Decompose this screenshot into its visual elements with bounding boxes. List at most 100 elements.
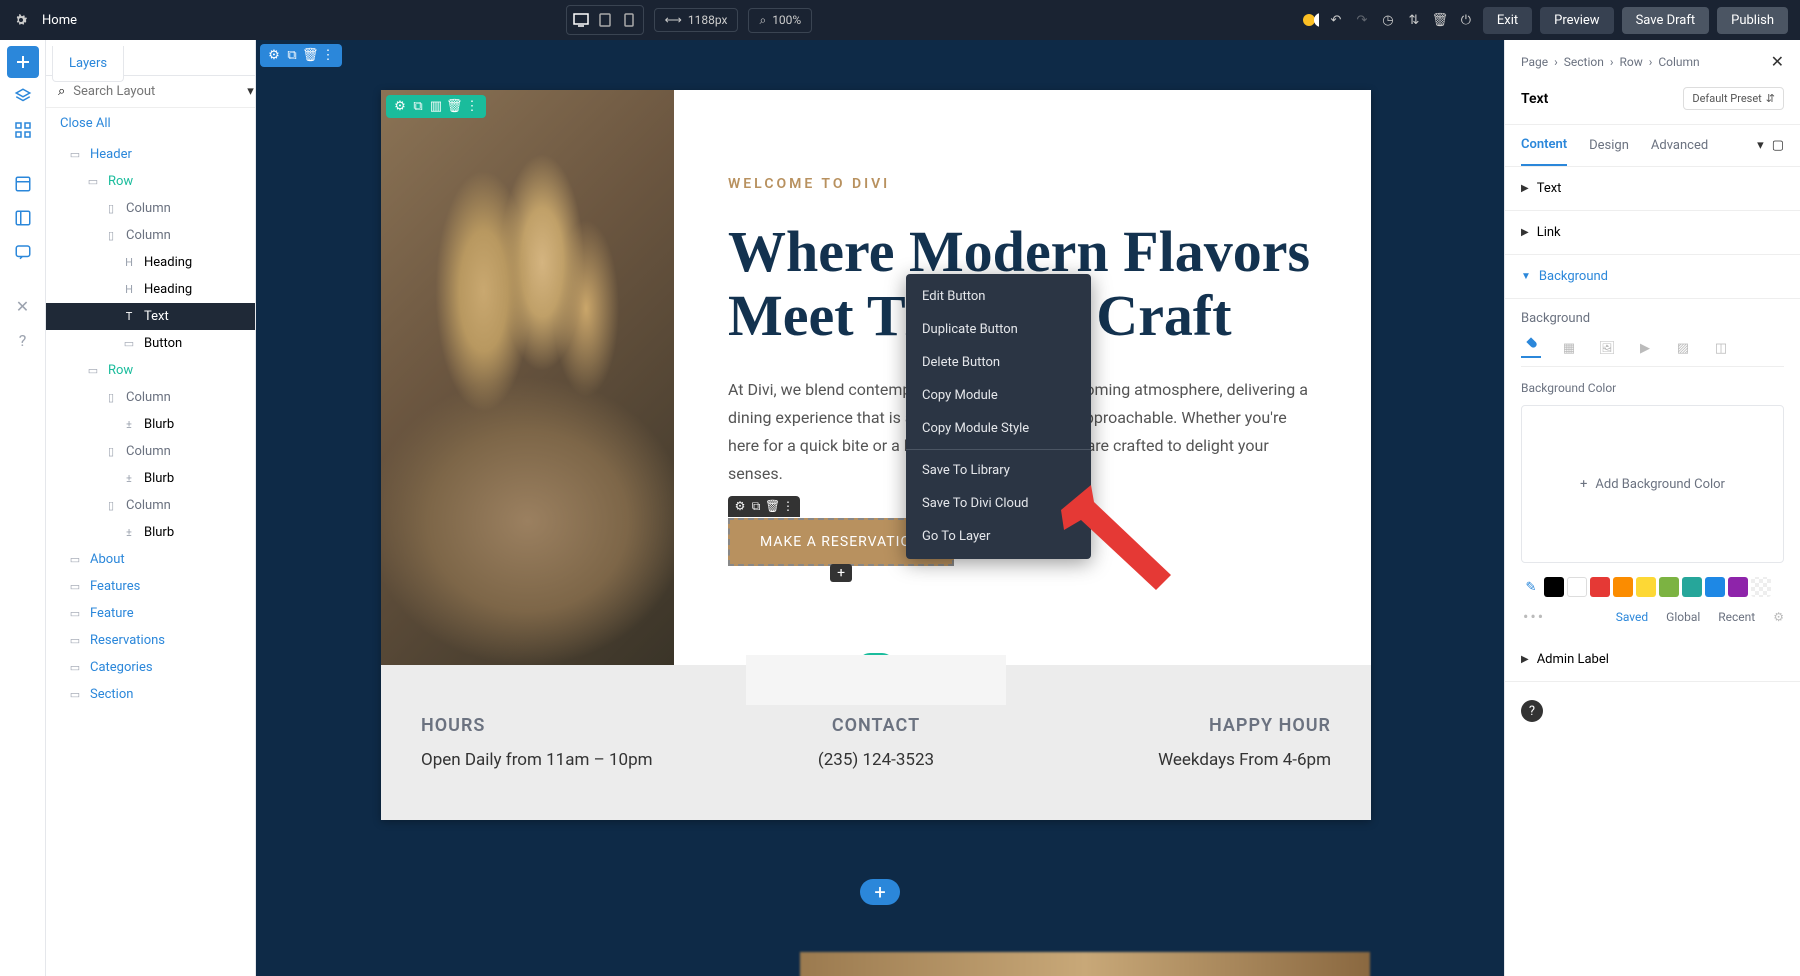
duplicate-icon[interactable]: ⧉: [410, 99, 426, 114]
power-icon[interactable]: ⏻: [1457, 11, 1475, 29]
ctx-save-library[interactable]: Save To Library: [906, 454, 1091, 487]
gear-icon[interactable]: ⚙: [392, 99, 408, 114]
add-icon[interactable]: [7, 46, 39, 78]
sliders-icon[interactable]: ⇅: [1405, 11, 1423, 29]
publish-button[interactable]: Publish: [1717, 7, 1788, 34]
tab-advanced[interactable]: Advanced: [1651, 126, 1708, 165]
add-section-button[interactable]: +: [860, 879, 900, 905]
ctx-save-cloud[interactable]: Save To Divi Cloud: [906, 487, 1091, 520]
history-icon[interactable]: ◷: [1379, 11, 1397, 29]
gear-icon[interactable]: ⚙: [733, 499, 747, 514]
layer-row[interactable]: ▭Row: [46, 357, 255, 384]
filter-icon[interactable]: ▾: [247, 84, 254, 99]
trash-icon[interactable]: 🗑: [302, 48, 318, 63]
more-swatches[interactable]: •••: [1521, 607, 1547, 626]
wireframe-icon[interactable]: [7, 168, 39, 200]
layer-header[interactable]: ▭Header: [46, 141, 255, 168]
chat-icon[interactable]: [7, 236, 39, 268]
layer-column[interactable]: ▯Column: [46, 384, 255, 411]
layer-column[interactable]: ▯Column: [46, 492, 255, 519]
layer-features[interactable]: ▭Features: [46, 573, 255, 600]
layer-heading[interactable]: HHeading: [46, 276, 255, 303]
trash-icon[interactable]: 🗑: [1431, 11, 1449, 29]
search-input[interactable]: [73, 84, 239, 99]
palette-global[interactable]: Global: [1666, 610, 1700, 624]
ctx-go-to-layer[interactable]: Go To Layer: [906, 520, 1091, 553]
palette-gear-icon[interactable]: ⚙: [1773, 610, 1784, 624]
bg-tab-video-icon[interactable]: ▶: [1635, 338, 1655, 358]
home-link[interactable]: Home: [42, 13, 77, 28]
acc-text[interactable]: ▶Text: [1505, 167, 1800, 211]
exit-button[interactable]: Exit: [1483, 7, 1532, 34]
layer-column[interactable]: ▯Column: [46, 222, 255, 249]
module-toolbar[interactable]: ⚙⧉🗑⋮: [728, 496, 800, 517]
tools-icon[interactable]: ✕: [7, 290, 39, 322]
swatch[interactable]: [1613, 577, 1633, 597]
more-icon[interactable]: ⋮: [781, 499, 795, 514]
help-icon[interactable]: ?: [7, 324, 39, 356]
bg-tab-color-icon[interactable]: [1521, 338, 1541, 358]
bg-tab-gradient-icon[interactable]: ▦: [1559, 338, 1579, 358]
layer-row[interactable]: ▭Row: [46, 168, 255, 195]
duplicate-icon[interactable]: ⧉: [284, 48, 300, 63]
device-tablet-icon[interactable]: [595, 10, 615, 30]
add-bg-color-button[interactable]: +Add Background Color: [1521, 405, 1784, 563]
layer-blurb[interactable]: ±Blurb: [46, 519, 255, 546]
bg-tab-image-icon[interactable]: 🖼: [1597, 338, 1617, 358]
bg-tab-pattern-icon[interactable]: ▨: [1673, 338, 1693, 358]
swatch[interactable]: [1567, 577, 1587, 597]
wireframe2-icon[interactable]: [7, 202, 39, 234]
swatch[interactable]: [1659, 577, 1679, 597]
layer-about[interactable]: ▭About: [46, 546, 255, 573]
undo-icon[interactable]: ↶: [1327, 11, 1345, 29]
layer-categories[interactable]: ▭Categories: [46, 654, 255, 681]
swatch-transparent[interactable]: [1751, 577, 1771, 597]
swatch[interactable]: [1705, 577, 1725, 597]
section-toolbar[interactable]: ⚙⧉🗑⋮: [260, 44, 342, 67]
swatch[interactable]: [1636, 577, 1656, 597]
duplicate-icon[interactable]: ⧉: [749, 499, 763, 514]
grid-icon[interactable]: [7, 114, 39, 146]
close-icon[interactable]: ✕: [1771, 52, 1784, 71]
help-button[interactable]: ?: [1521, 700, 1543, 722]
palette-saved[interactable]: Saved: [1616, 610, 1648, 624]
eyedropper-icon[interactable]: ✎: [1521, 577, 1541, 597]
ctx-delete[interactable]: Delete Button: [906, 346, 1091, 379]
gear-icon[interactable]: ⚙: [266, 48, 282, 63]
layers-tab[interactable]: Layers: [52, 46, 124, 82]
ctx-copy-module[interactable]: Copy Module: [906, 379, 1091, 412]
acc-background[interactable]: ▼Background: [1505, 255, 1800, 299]
layer-text-selected[interactable]: TText: [46, 303, 255, 330]
ctx-copy-style[interactable]: Copy Module Style: [906, 412, 1091, 445]
more-icon[interactable]: ⋮: [320, 48, 336, 63]
layer-button[interactable]: ▭Button: [46, 330, 255, 357]
layer-heading[interactable]: HHeading: [46, 249, 255, 276]
device-phone-icon[interactable]: [619, 10, 639, 30]
layer-reservations[interactable]: ▭Reservations: [46, 627, 255, 654]
close-all-button[interactable]: Close All: [46, 108, 255, 139]
swatch[interactable]: [1682, 577, 1702, 597]
row-toolbar[interactable]: ⚙⧉▥🗑⋮: [386, 95, 486, 118]
ctx-duplicate[interactable]: Duplicate Button: [906, 313, 1091, 346]
save-draft-button[interactable]: Save Draft: [1622, 7, 1710, 34]
bg-tab-mask-icon[interactable]: ◫: [1711, 338, 1731, 358]
more-icon[interactable]: ⋮: [464, 99, 480, 114]
layer-section[interactable]: ▭Section: [46, 681, 255, 708]
swatch[interactable]: [1728, 577, 1748, 597]
layer-blurb[interactable]: ±Blurb: [46, 411, 255, 438]
acc-admin-label[interactable]: ▶Admin Label: [1505, 638, 1800, 682]
tab-design[interactable]: Design: [1589, 126, 1629, 165]
layer-column[interactable]: ▯Column: [46, 195, 255, 222]
swatch[interactable]: [1544, 577, 1564, 597]
palette-recent[interactable]: Recent: [1718, 610, 1755, 624]
device-desktop-icon[interactable]: [571, 10, 591, 30]
layer-feature[interactable]: ▭Feature: [46, 600, 255, 627]
canvas-zoom[interactable]: ⌕100%: [748, 8, 812, 33]
preview-button[interactable]: Preview: [1540, 7, 1613, 34]
trash-icon[interactable]: 🗑: [446, 99, 462, 114]
layers-icon[interactable]: [7, 80, 39, 112]
ctx-edit[interactable]: Edit Button: [906, 280, 1091, 313]
acc-link[interactable]: ▶Link: [1505, 211, 1800, 255]
layer-column[interactable]: ▯Column: [46, 438, 255, 465]
chevron-down-icon[interactable]: ▾: [1757, 138, 1764, 153]
